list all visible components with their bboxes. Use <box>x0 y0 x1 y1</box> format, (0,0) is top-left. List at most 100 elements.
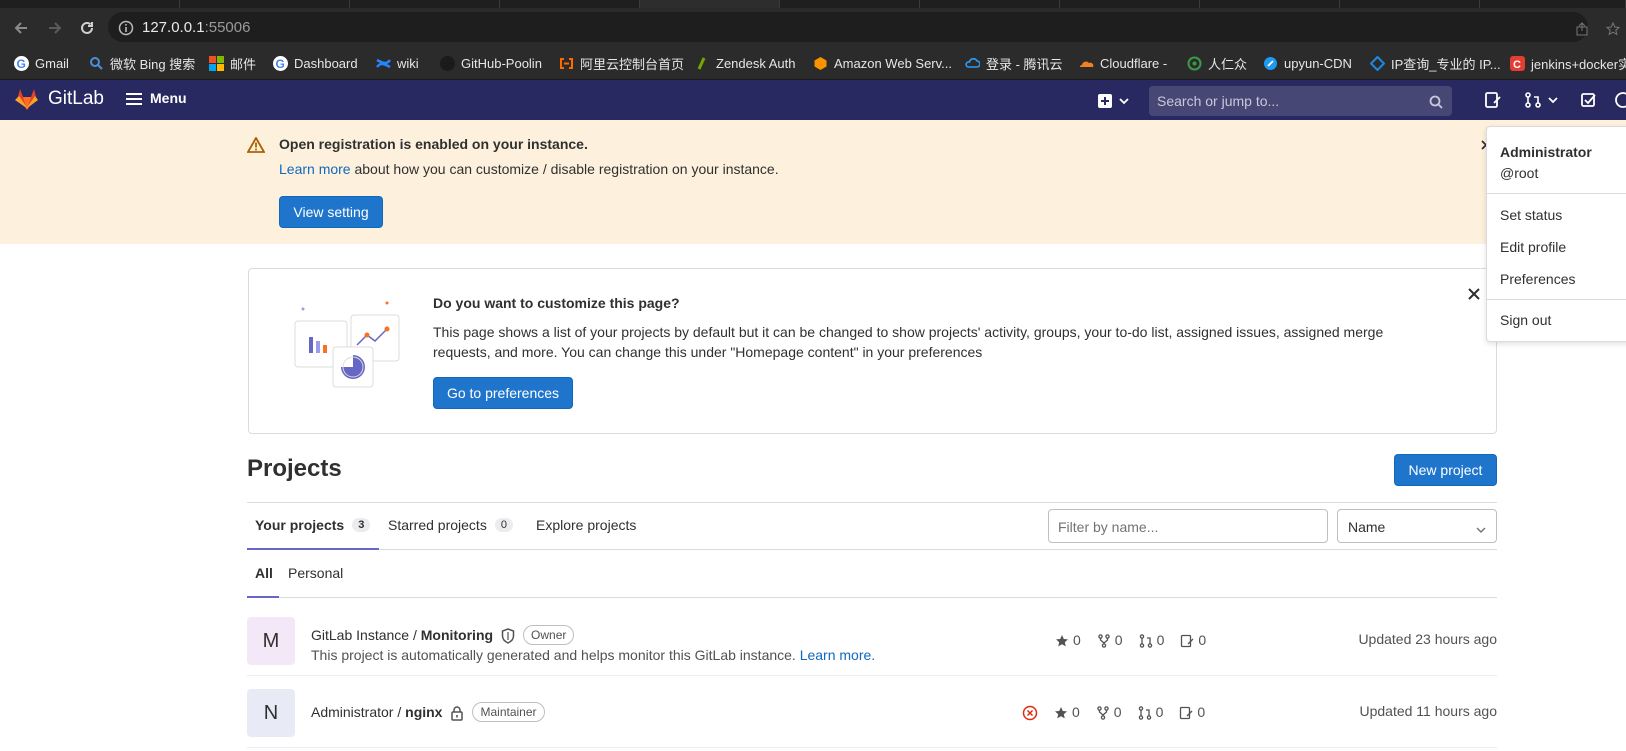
tab-explore-projects[interactable]: Explore projects <box>536 517 636 533</box>
search-input[interactable]: Search or jump to... <box>1149 86 1452 116</box>
browser-tab[interactable] <box>0 0 180 8</box>
merge-requests-stat[interactable]: 0 <box>1138 703 1164 720</box>
learn-more-link[interactable]: Learn more <box>279 161 351 177</box>
tab-your-projects[interactable]: Your projects 3 <box>255 517 371 533</box>
alert-body-text: about how you can customize / disable re… <box>350 161 779 177</box>
menu-divider <box>1487 193 1626 194</box>
browser-tabstrip <box>0 0 1626 8</box>
bookmark-item[interactable]: Zendesk Auth <box>695 54 796 72</box>
project-name-link[interactable]: GitLab Instance / Monitoring Owner <box>311 625 575 645</box>
browser-toolbar: 127.0.0.1:55006 <box>0 8 1626 46</box>
close-icon[interactable] <box>1468 285 1480 303</box>
project-name-link[interactable]: Administrator / nginx Maintainer <box>311 702 545 722</box>
menu-item-sign-out[interactable]: Sign out <box>1500 312 1551 328</box>
browser-tab[interactable] <box>1200 0 1340 8</box>
browser-tab[interactable] <box>350 0 500 8</box>
merge-requests-dropdown[interactable] <box>1524 91 1559 109</box>
view-setting-button[interactable]: View setting <box>279 196 383 228</box>
project-avatar[interactable]: N <box>247 689 295 737</box>
url-port: :55006 <box>204 19 251 36</box>
issues-stat[interactable]: 0 <box>1179 704 1205 720</box>
filter-by-name-input[interactable]: Filter by name... <box>1048 509 1328 543</box>
bookmark-item[interactable]: Cjenkins+docker实 <box>1510 54 1626 72</box>
tab-starred-projects[interactable]: Starred projects 0 <box>388 517 513 533</box>
bookmark-item[interactable]: G Gmail <box>14 54 69 72</box>
menu-item-edit-profile[interactable]: Edit profile <box>1500 239 1566 255</box>
reload-icon[interactable] <box>78 18 96 37</box>
subtab-all[interactable]: All <box>255 565 273 581</box>
pipeline-failed-status[interactable] <box>1022 703 1038 720</box>
forks-stat[interactable]: 0 <box>1096 704 1122 720</box>
forward-icon[interactable] <box>46 18 64 37</box>
stars-stat[interactable]: 0 <box>1055 632 1081 648</box>
bookmark-item[interactable]: Amazon Web Serv... <box>813 54 952 72</box>
todos-icon[interactable] <box>1580 91 1598 109</box>
site-info-icon[interactable] <box>118 19 134 37</box>
sort-dropdown[interactable]: Name <box>1337 509 1497 543</box>
browser-tab[interactable] <box>1340 0 1480 8</box>
bookmark-item[interactable]: upyun-CDN <box>1263 54 1352 72</box>
bookmark-item[interactable]: Cloudflare - <box>1079 54 1167 72</box>
chevron-down-icon <box>1119 92 1129 110</box>
description-learn-more-link[interactable]: Learn more. <box>800 647 875 663</box>
new-project-button[interactable]: New project <box>1394 454 1497 486</box>
page-title: Projects <box>247 455 342 482</box>
subtab-personal[interactable]: Personal <box>288 565 343 581</box>
menu-item-preferences[interactable]: Preferences <box>1500 271 1575 287</box>
star-icon <box>1054 704 1068 720</box>
bookmark-item[interactable]: 邮件 <box>209 54 256 72</box>
bookmark-item[interactable]: 阿里云控制台首页 <box>559 54 684 72</box>
forks-stat[interactable]: 0 <box>1097 632 1123 648</box>
bookmark-item[interactable]: GitHub-Poolin <box>440 54 542 72</box>
go-to-preferences-button[interactable]: Go to preferences <box>433 377 573 409</box>
role-badge: Maintainer <box>472 702 545 722</box>
alert-body: Learn more about how you can customize /… <box>279 161 779 177</box>
browser-tab[interactable] <box>500 0 640 8</box>
browser-tab[interactable] <box>180 0 350 8</box>
user-display-name[interactable]: Administrator <box>1500 144 1592 160</box>
browser-tab[interactable] <box>1060 0 1200 8</box>
address-bar[interactable]: 127.0.0.1:55006 <box>108 12 1588 42</box>
bookmark-item[interactable]: 微软 Bing 搜索 <box>89 54 195 72</box>
zendesk-icon <box>695 56 710 71</box>
bookmark-item[interactable]: wiki <box>376 54 419 72</box>
gitlab-logo-link[interactable]: GitLab <box>14 86 104 112</box>
new-dropdown-button[interactable] <box>1097 92 1129 110</box>
google-icon: G <box>14 55 29 71</box>
star-icon <box>1055 632 1069 648</box>
github-icon <box>440 55 455 71</box>
issues-icon[interactable] <box>1484 91 1502 109</box>
stars-stat[interactable]: 0 <box>1054 704 1080 720</box>
help-icon[interactable] <box>1614 91 1626 109</box>
issues-stat[interactable]: 0 <box>1180 632 1206 648</box>
browser-tab-active[interactable] <box>640 0 780 8</box>
count-badge: 0 <box>494 518 513 532</box>
bookmark-star-icon[interactable] <box>1606 20 1620 38</box>
bookmark-item[interactable]: IP查询_专业的 IP... <box>1369 54 1501 72</box>
share-icon[interactable] <box>1575 20 1589 38</box>
back-icon[interactable] <box>12 18 30 37</box>
registration-alert: Open registration is enabled on your ins… <box>0 120 1626 244</box>
search-placeholder: Search or jump to... <box>1157 93 1280 109</box>
browser-tab[interactable] <box>1480 0 1626 8</box>
bookmark-item[interactable]: 人仁众 <box>1187 54 1247 72</box>
user-username[interactable]: @root <box>1500 165 1538 181</box>
project-row: M GitLab Instance / Monitoring Owner Thi… <box>247 604 1497 676</box>
bookmark-item[interactable]: 登录 - 腾讯云 <box>965 54 1063 72</box>
project-stats: 0 0 0 0 <box>1055 604 1222 676</box>
url-text: 127.0.0.1:55006 <box>142 19 250 36</box>
merge-requests-stat[interactable]: 0 <box>1139 632 1164 648</box>
browser-tab[interactable] <box>780 0 920 8</box>
merge-request-icon <box>1138 704 1152 720</box>
menu-item-set-status[interactable]: Set status <box>1500 207 1562 223</box>
customize-homepage-callout: Do you want to customize this page? This… <box>248 268 1497 434</box>
bookmark-item[interactable]: G Dashboard <box>273 54 358 72</box>
project-avatar[interactable]: M <box>247 617 295 665</box>
merge-requests-count: 0 <box>1155 703 1164 720</box>
aws-icon <box>813 56 828 71</box>
menu-button[interactable]: Menu <box>126 90 187 106</box>
hamburger-icon <box>126 90 142 106</box>
browser-tab[interactable] <box>920 0 1060 8</box>
project-name: Monitoring <box>420 627 494 643</box>
ip-query-icon <box>1369 55 1386 71</box>
